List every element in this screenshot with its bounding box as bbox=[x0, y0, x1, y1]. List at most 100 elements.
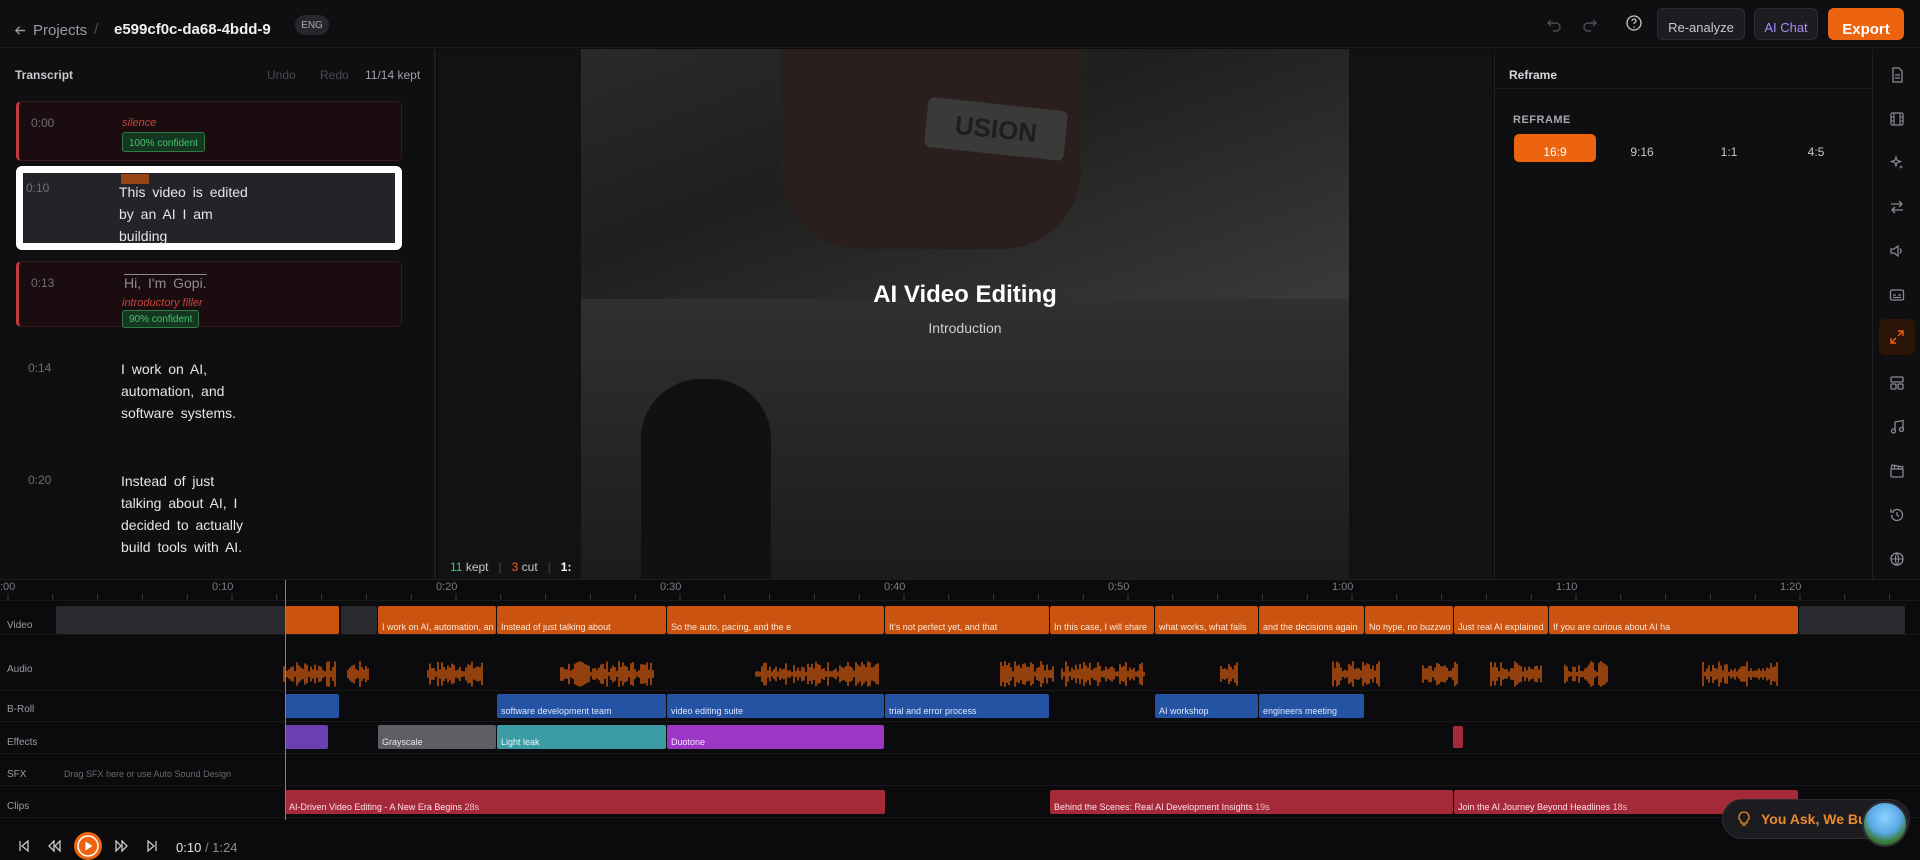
lightbulb-icon bbox=[1737, 811, 1751, 827]
effect-clip[interactable] bbox=[285, 725, 328, 749]
video-clip-cut[interactable] bbox=[56, 606, 286, 634]
effect-clip[interactable] bbox=[1453, 726, 1463, 748]
stats-extra: 1: bbox=[560, 560, 572, 574]
segment-text[interactable]: Instead of just talking about AI, I deci… bbox=[121, 470, 247, 558]
rewind-icon[interactable] bbox=[44, 836, 64, 856]
video-clip[interactable]: what works, what fails bbox=[1155, 606, 1258, 634]
ruler-label: 0:50 bbox=[1108, 581, 1130, 593]
transcript-segment[interactable]: 0:13 Hi, I'm Gopi. introductory filler 9… bbox=[16, 261, 402, 328]
undo-icon[interactable] bbox=[1542, 12, 1566, 36]
current-time: 0:10 bbox=[176, 840, 202, 855]
volume-icon[interactable] bbox=[1883, 237, 1911, 265]
ruler-label: 1:10 bbox=[1556, 581, 1578, 593]
aspect-1-1-button[interactable]: 1:1 bbox=[1688, 134, 1770, 162]
track-divider bbox=[0, 753, 1920, 754]
stats-separator: | bbox=[498, 560, 502, 574]
clip-duration: 19s bbox=[1255, 802, 1270, 812]
broll-clip[interactable]: video editing suite bbox=[667, 694, 884, 718]
history-icon[interactable] bbox=[1883, 501, 1911, 529]
breadcrumb-separator: / bbox=[94, 21, 99, 38]
back-to-projects-link[interactable]: Projects bbox=[14, 22, 87, 39]
video-frame[interactable]: USION bbox=[581, 49, 1349, 579]
time-display: 0:10 / 1:24 bbox=[176, 840, 237, 855]
video-clip[interactable]: It's not perfect yet, and that bbox=[885, 606, 1049, 634]
reframe-icon[interactable] bbox=[1879, 319, 1915, 355]
sparkles-icon[interactable] bbox=[1883, 149, 1911, 177]
transcript-segment[interactable]: 0:00 silence 100% confident bbox=[16, 101, 402, 161]
layout-icon[interactable] bbox=[1883, 369, 1911, 397]
clip-duration: 18s bbox=[1612, 802, 1628, 812]
video-clip[interactable]: I work on AI, automation, an bbox=[378, 606, 496, 634]
broll-clip[interactable]: engineers meeting bbox=[1259, 694, 1364, 718]
captions-icon[interactable] bbox=[1883, 281, 1911, 309]
export-button[interactable]: Export bbox=[1828, 8, 1904, 40]
confidence-badge: 90% confident bbox=[122, 310, 200, 328]
effect-clip[interactable]: Duotone bbox=[667, 725, 884, 749]
aspect-4-5-button[interactable]: 4:5 bbox=[1775, 134, 1857, 162]
segment-text[interactable]: Hi, I'm Gopi. bbox=[124, 272, 254, 294]
video-clip[interactable]: No hype, no buzzwo bbox=[1365, 606, 1453, 634]
track-divider bbox=[0, 600, 1920, 601]
skip-end-icon[interactable] bbox=[142, 836, 162, 856]
film-icon[interactable] bbox=[1883, 105, 1911, 133]
language-badge[interactable]: ENG bbox=[295, 15, 329, 35]
video-clip-cut[interactable] bbox=[1799, 606, 1905, 634]
broll-clip[interactable]: AI workshop bbox=[1155, 694, 1258, 718]
document-icon[interactable] bbox=[1883, 61, 1911, 89]
broll-clip[interactable]: software development team bbox=[497, 694, 666, 718]
audio-waveform[interactable] bbox=[283, 660, 1803, 688]
video-clip[interactable]: If you are curious about AI ha bbox=[1549, 606, 1798, 634]
video-clip[interactable] bbox=[285, 606, 339, 634]
broll-clip[interactable]: trial and error process bbox=[885, 694, 1049, 718]
effect-clip[interactable]: Light leak bbox=[497, 725, 666, 749]
video-clip[interactable]: Instead of just talking about bbox=[497, 606, 666, 634]
clip-title: Behind the Scenes: Real AI Development I… bbox=[1054, 802, 1253, 812]
play-button[interactable] bbox=[74, 832, 102, 860]
track-divider bbox=[0, 785, 1920, 786]
aspect-9-16-button[interactable]: 9:16 bbox=[1601, 134, 1683, 162]
top-bar: Projects / e599cf0c-da68-4bdd-9 ENG Re-a… bbox=[0, 0, 1920, 48]
clapperboard-icon[interactable] bbox=[1883, 457, 1911, 485]
globe-icon[interactable] bbox=[1883, 545, 1911, 573]
video-clip[interactable]: Just real AI explained bbox=[1454, 606, 1548, 634]
time-ruler[interactable]: :00 0:10 0:20 0:30 0:40 0:50 1:00 1:10 1… bbox=[0, 580, 1920, 600]
video-clip-cut[interactable] bbox=[341, 606, 377, 634]
video-subtitle-overlay: Introduction bbox=[928, 320, 1002, 336]
avatar[interactable] bbox=[1862, 801, 1908, 847]
transcript-segment[interactable]: 0:20 Instead of just talking about AI, I… bbox=[16, 459, 402, 579]
ruler-label: 0:20 bbox=[436, 581, 458, 593]
video-clip[interactable]: So the auto, pacing, and the e bbox=[667, 606, 884, 634]
reanalyze-button[interactable]: Re-analyze bbox=[1657, 8, 1745, 40]
fast-forward-icon[interactable] bbox=[112, 836, 132, 856]
aspect-16-9-button[interactable]: 16:9 bbox=[1514, 134, 1596, 162]
help-icon[interactable] bbox=[1622, 11, 1646, 35]
video-clip[interactable]: In this case, I will share bbox=[1050, 606, 1154, 634]
redo-icon[interactable] bbox=[1578, 12, 1602, 36]
segment-text[interactable]: I work on AI, automation, and software s… bbox=[121, 358, 251, 424]
segment-time: 0:13 bbox=[31, 276, 55, 290]
music-icon[interactable] bbox=[1883, 413, 1911, 441]
transcript-segment-active[interactable]: 0:10 This video is edited by an AI I am … bbox=[16, 166, 402, 250]
transcript-segment[interactable]: 0:14 I work on AI, automation, and softw… bbox=[16, 347, 402, 447]
transcript-redo-button[interactable]: Redo bbox=[320, 68, 349, 82]
video-clip[interactable]: and the decisions again bbox=[1259, 606, 1364, 634]
ai-chat-button[interactable]: AI Chat bbox=[1754, 8, 1818, 40]
highlight-clip[interactable]: AI-Driven Video Editing - A New Era Begi… bbox=[285, 790, 885, 814]
arrow-left-icon bbox=[14, 24, 27, 37]
transcript-panel: Transcript Undo Redo 11/14 kept 0:00 sil… bbox=[0, 49, 436, 579]
project-title: e599cf0c-da68-4bdd-9 bbox=[114, 21, 271, 38]
reframe-heading: Reframe bbox=[1509, 68, 1558, 82]
swap-icon[interactable] bbox=[1883, 193, 1911, 221]
video-preview: USION AI Video Editing Introduction 11 k… bbox=[438, 49, 1492, 579]
timeline: :00 0:10 0:20 0:30 0:40 0:50 1:00 1:10 1… bbox=[0, 579, 1920, 860]
skip-start-icon[interactable] bbox=[14, 836, 34, 856]
broll-clip[interactable] bbox=[285, 694, 339, 718]
transcript-heading: Transcript bbox=[15, 68, 74, 82]
sfx-drop-hint[interactable]: Drag SFX here or use Auto Sound Design bbox=[64, 769, 231, 779]
effect-clip[interactable]: Grayscale bbox=[378, 725, 496, 749]
transcript-undo-button[interactable]: Undo bbox=[267, 68, 296, 82]
segment-text[interactable]: This video is edited by an AI I am build… bbox=[119, 181, 249, 245]
highlight-clip[interactable]: Behind the Scenes: Real AI Development I… bbox=[1050, 790, 1453, 814]
track-label-sfx: SFX bbox=[7, 769, 27, 780]
playhead[interactable] bbox=[285, 580, 286, 820]
